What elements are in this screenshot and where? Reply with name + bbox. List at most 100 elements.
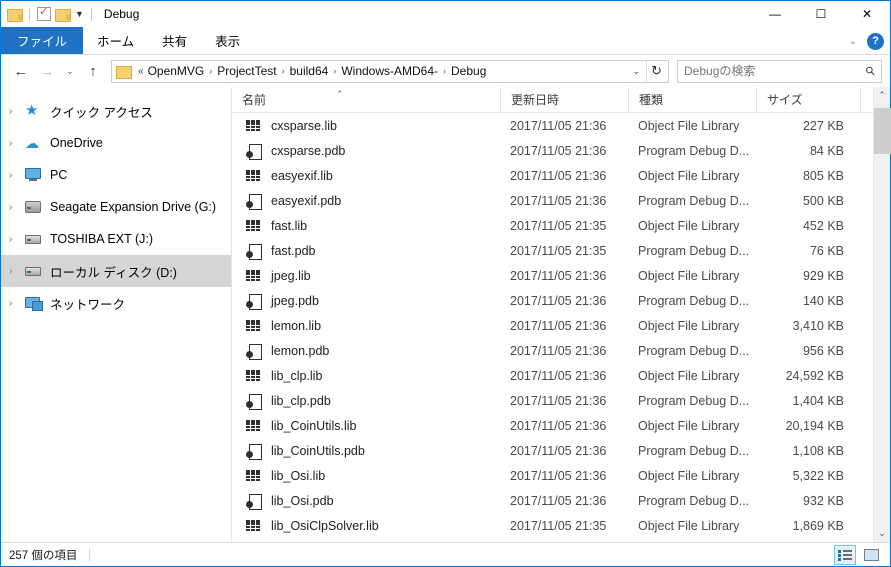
sidebar-item-toshiba-drive[interactable]: › TOSHIBA EXT (J:) bbox=[1, 223, 231, 255]
sidebar-item-pc[interactable]: › PC bbox=[1, 159, 231, 191]
breadcrumb-item-4[interactable]: Debug bbox=[451, 64, 486, 78]
file-name-label: lib_Osi.lib bbox=[271, 468, 326, 483]
folder-icon[interactable] bbox=[7, 8, 23, 22]
table-row[interactable]: cxsparse.lib 2017/11/05 21:36 Object File … bbox=[232, 113, 873, 138]
tab-home[interactable]: ホーム bbox=[83, 27, 148, 54]
minimize-button[interactable]: — bbox=[752, 1, 798, 27]
chevron-down-icon[interactable]: ⌄ bbox=[849, 36, 857, 47]
column-headers: 名前 ⌃ 更新日時 種類 サイズ bbox=[232, 86, 873, 113]
table-row[interactable]: fast.pdb 2017/11/05 21:35 Program Debug D.… bbox=[232, 238, 873, 263]
file-name-cell[interactable]: lib_CoinUtils.pdb bbox=[232, 438, 500, 463]
file-name-cell[interactable]: lib_Osi.lib bbox=[232, 463, 500, 488]
table-row[interactable]: jpeg.lib 2017/11/05 21:36 Object File Libr… bbox=[232, 263, 873, 288]
file-name-cell[interactable]: lemon.pdb bbox=[232, 338, 500, 363]
breadcrumb-item-3[interactable]: Windows-AMD64- bbox=[341, 64, 438, 78]
file-name-cell[interactable]: lib_Osi.pdb bbox=[232, 488, 500, 513]
column-header-size[interactable]: サイズ bbox=[756, 86, 860, 113]
sidebar-item-network[interactable]: › ネットワーク bbox=[1, 287, 231, 319]
table-row[interactable]: cxsparse.pdb 2017/11/05 21:36 Program Debu… bbox=[232, 138, 873, 163]
file-date-cell: 2017/11/05 21:35 bbox=[510, 243, 607, 258]
close-button[interactable]: ✕ bbox=[844, 1, 890, 27]
file-date-cell: 2017/11/05 21:36 bbox=[510, 493, 607, 508]
table-row[interactable]: lemon.lib 2017/11/05 21:36 Object File Lib… bbox=[232, 313, 873, 338]
chevron-right-icon[interactable]: › bbox=[9, 202, 25, 213]
file-name-cell[interactable]: cxsparse.lib bbox=[232, 113, 500, 138]
tab-file[interactable]: ファイル bbox=[1, 27, 84, 54]
table-row[interactable]: lib_CoinUtils.pdb 2017/11/05 21:36 Program… bbox=[232, 438, 873, 463]
table-row[interactable]: lib_Osi.pdb 2017/11/05 21:36 Program Debug… bbox=[232, 488, 873, 513]
up-button[interactable]: ↑ bbox=[81, 59, 105, 83]
file-name-cell[interactable]: jpeg.lib bbox=[232, 263, 500, 288]
breadcrumb[interactable]: « OpenMVG › ProjectTest › build64 › Wind… bbox=[111, 59, 669, 83]
tab-view[interactable]: 表示 bbox=[201, 27, 254, 54]
file-type-cell: Program Debug D... bbox=[638, 343, 750, 358]
chevron-right-icon[interactable]: › bbox=[9, 266, 25, 277]
file-name-cell[interactable]: fast.lib bbox=[232, 213, 500, 238]
lib-file-icon bbox=[246, 518, 263, 534]
table-row[interactable]: jpeg.pdb 2017/11/05 21:36 Program Debug D.… bbox=[232, 288, 873, 313]
file-size-cell: 84 KB bbox=[809, 143, 844, 158]
scroll-down-button[interactable]: ⌄ bbox=[874, 525, 890, 542]
file-name-cell[interactable]: lib_clp.pdb bbox=[232, 388, 500, 413]
chevron-right-icon[interactable]: › bbox=[9, 234, 25, 245]
table-row[interactable]: fast.lib 2017/11/05 21:35 Object File Libr… bbox=[232, 213, 873, 238]
recent-locations-button[interactable]: ⌄ bbox=[61, 59, 79, 83]
breadcrumb-overflow[interactable]: « bbox=[138, 66, 144, 77]
tab-share[interactable]: 共有 bbox=[148, 27, 201, 54]
file-name-cell[interactable]: jpeg.pdb bbox=[232, 288, 500, 313]
table-row[interactable]: easyexif.lib 2017/11/05 21:36 Object File … bbox=[232, 163, 873, 188]
maximize-button[interactable]: ☐ bbox=[798, 1, 844, 27]
file-name-cell[interactable]: fast.pdb bbox=[232, 238, 500, 263]
forward-button[interactable]: → bbox=[35, 59, 59, 83]
sidebar-item-seagate-drive[interactable]: › Seagate Expansion Drive (G:) bbox=[1, 191, 231, 223]
item-count-label: 257 個の項目 bbox=[9, 549, 78, 562]
file-name-cell[interactable]: lemon.lib bbox=[232, 313, 500, 338]
scrollbar-thumb[interactable] bbox=[874, 108, 891, 154]
file-name-cell[interactable]: lib_CoinUtils.lib bbox=[232, 413, 500, 438]
file-name-label: easyexif.lib bbox=[271, 168, 333, 183]
scroll-up-button[interactable]: ⌃ bbox=[874, 87, 890, 104]
breadcrumb-item-0[interactable]: OpenMVG bbox=[148, 64, 205, 78]
help-icon[interactable]: ? bbox=[867, 32, 884, 50]
table-row[interactable]: lib_clp.pdb 2017/11/05 21:36 Program Debug… bbox=[232, 388, 873, 413]
file-size-cell: 227 KB bbox=[802, 118, 844, 133]
sidebar-item-local-disk[interactable]: › ローカル ディスク (D:) bbox=[1, 255, 231, 287]
file-name-cell[interactable]: cxsparse.pdb bbox=[232, 138, 500, 163]
chevron-right-icon[interactable]: › bbox=[9, 170, 25, 181]
file-name-cell[interactable]: easyexif.pdb bbox=[232, 188, 500, 213]
table-row[interactable]: lemon.pdb 2017/11/05 21:36 Program Debug D… bbox=[232, 338, 873, 363]
details-view-button[interactable] bbox=[834, 545, 856, 565]
column-header-type[interactable]: 種類 bbox=[628, 86, 756, 113]
sidebar-item-onedrive[interactable]: › ☁ OneDrive bbox=[1, 127, 231, 159]
file-type-cell: Program Debug D... bbox=[638, 443, 750, 458]
vertical-scrollbar[interactable]: ⌃ ⌄ bbox=[873, 87, 891, 542]
table-row[interactable]: lib_OsiClpSolver.lib 2017/11/05 21:35 Obje… bbox=[232, 513, 873, 538]
search-input[interactable] bbox=[684, 64, 867, 78]
chevron-down-icon[interactable]: ▼ bbox=[75, 9, 84, 19]
chevron-right-icon[interactable]: › bbox=[9, 138, 25, 149]
properties-icon[interactable] bbox=[37, 5, 51, 21]
file-name-cell[interactable]: lib_clp.lib bbox=[232, 363, 500, 388]
table-row[interactable]: easyexif.pdb 2017/11/05 21:36 Program Debu… bbox=[232, 188, 873, 213]
chevron-right-icon[interactable]: › bbox=[9, 298, 25, 309]
sidebar-item-quick-access[interactable]: › ★ クイック アクセス bbox=[1, 95, 231, 127]
large-icons-view-button[interactable] bbox=[860, 545, 882, 565]
column-header-name[interactable]: 名前 ⌃ bbox=[232, 87, 500, 113]
chevron-right-icon[interactable]: › bbox=[9, 106, 25, 117]
file-name-cell[interactable]: easyexif.lib bbox=[232, 163, 500, 188]
breadcrumb-item-1[interactable]: ProjectTest bbox=[217, 64, 276, 78]
chevron-down-icon[interactable]: ⌄ bbox=[627, 66, 647, 77]
table-row[interactable]: lib_Osi.lib 2017/11/05 21:36 Object File L… bbox=[232, 463, 873, 488]
back-button[interactable]: ← bbox=[9, 59, 33, 83]
file-date-cell: 2017/11/05 21:35 bbox=[510, 518, 607, 533]
table-row[interactable]: lib_CoinUtils.lib 2017/11/05 21:36 Object … bbox=[232, 413, 873, 438]
new-folder-icon[interactable] bbox=[55, 8, 71, 22]
search-box[interactable]: ⚲ bbox=[677, 59, 882, 83]
file-name-cell[interactable]: lib_OsiClpSolver.lib bbox=[232, 513, 500, 538]
refresh-icon[interactable]: ↻ bbox=[646, 60, 666, 82]
breadcrumb-item-2[interactable]: build64 bbox=[290, 64, 329, 78]
column-header-date[interactable]: 更新日時 bbox=[500, 86, 628, 113]
file-size-cell: 20,194 KB bbox=[785, 418, 844, 433]
table-row[interactable]: lib_clp.lib 2017/11/05 21:36 Object File L… bbox=[232, 363, 873, 388]
scrollbar-track[interactable] bbox=[874, 104, 891, 525]
